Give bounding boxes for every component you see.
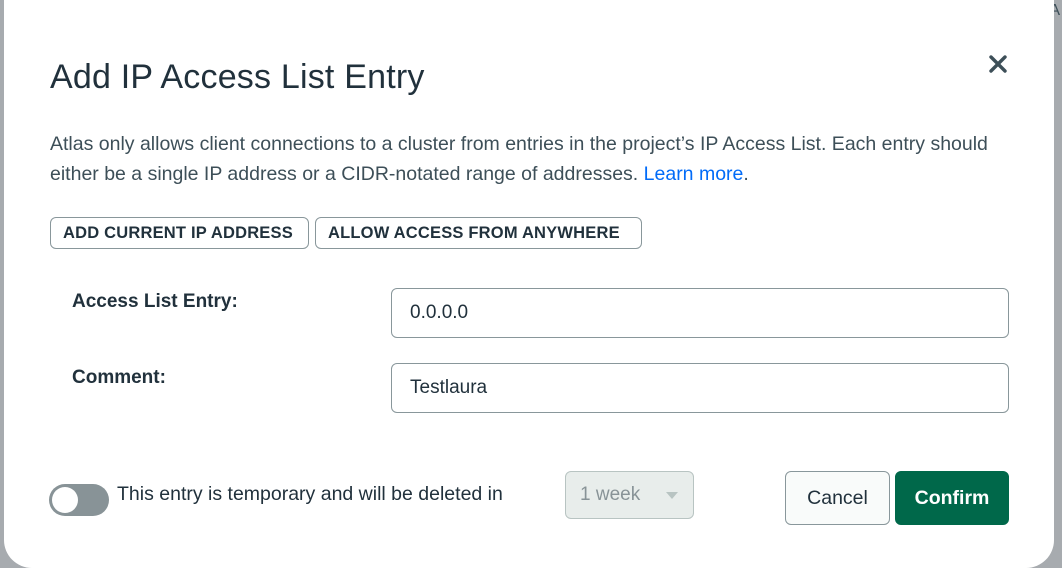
chevron-down-icon — [666, 492, 678, 499]
access-list-entry-input[interactable] — [391, 288, 1009, 338]
learn-more-link[interactable]: Learn more — [644, 163, 744, 185]
temporary-entry-toggle[interactable] — [49, 484, 109, 516]
close-button[interactable] — [984, 50, 1012, 78]
comment-label: Comment: — [72, 367, 166, 388]
access-list-entry-label: Access List Entry: — [72, 291, 238, 312]
description-text: Atlas only allows client connections to … — [50, 133, 988, 185]
add-current-ip-button[interactable]: ADD CURRENT IP ADDRESS — [50, 217, 309, 249]
learn-more-suffix: . — [743, 163, 749, 185]
confirm-button[interactable]: Confirm — [895, 471, 1009, 525]
toggle-knob — [52, 487, 78, 513]
cancel-button[interactable]: Cancel — [785, 471, 890, 525]
dialog-description: Atlas only allows client connections to … — [50, 129, 1010, 189]
comment-input[interactable] — [391, 363, 1009, 413]
allow-access-anywhere-button[interactable]: ALLOW ACCESS FROM ANYWHERE — [315, 217, 642, 249]
duration-select[interactable]: 1 week — [565, 471, 694, 519]
add-ip-access-list-dialog: Add IP Access List Entry Atlas only allo… — [4, 0, 1054, 568]
duration-value: 1 week — [580, 484, 641, 505]
close-icon — [989, 55, 1007, 73]
dialog-title: Add IP Access List Entry — [50, 58, 425, 96]
temporary-entry-label: This entry is temporary and will be dele… — [117, 483, 503, 505]
